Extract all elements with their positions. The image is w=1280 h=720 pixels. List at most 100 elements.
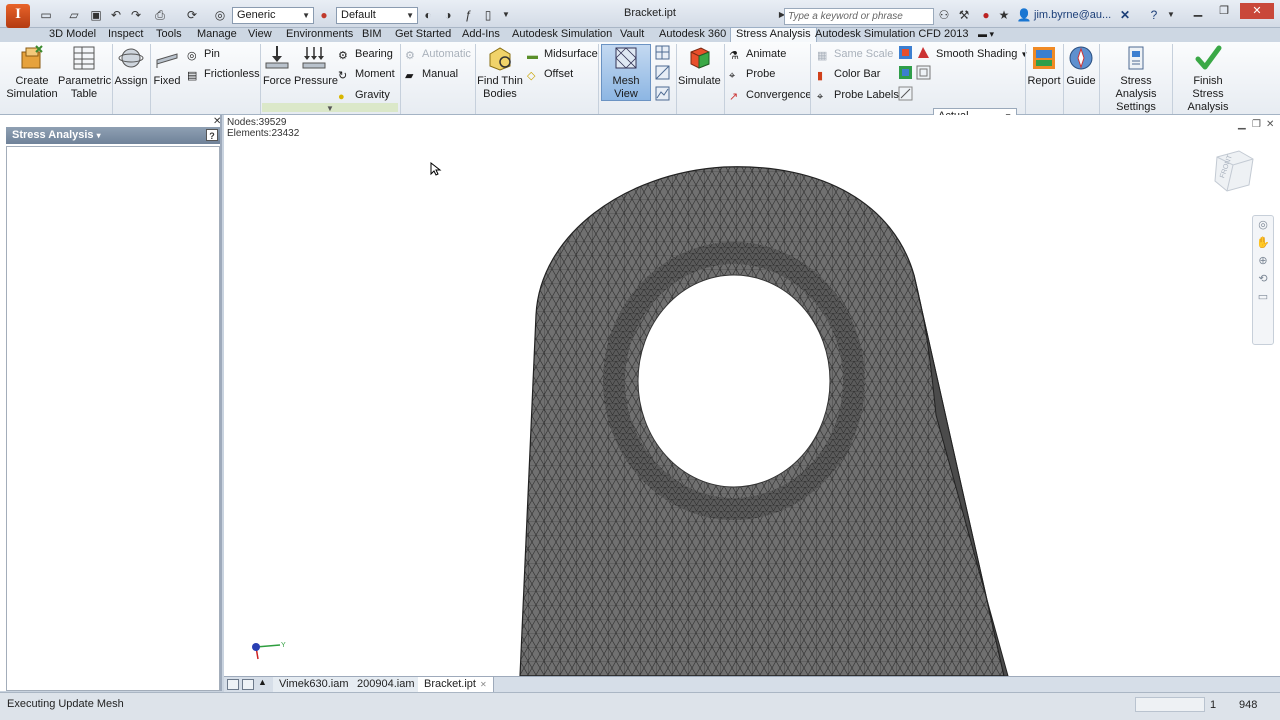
redo-icon[interactable]: ↷ — [128, 7, 144, 23]
pressure-button[interactable]: Pressure — [294, 44, 338, 88]
restore-window-icon[interactable]: ❐ — [1212, 3, 1236, 19]
mesh-view-label-group[interactable]: Mesh View — [601, 44, 651, 101]
restore-viewport-icon[interactable]: ❐ — [1252, 119, 1261, 130]
exchange-apps-icon[interactable]: ✕ — [1117, 7, 1133, 23]
save-icon[interactable]: ▣ — [88, 7, 104, 23]
parametric-table-button[interactable]: Parametric Table — [58, 44, 111, 101]
finish-stress-analysis-button[interactable]: Finish Stress Analysis — [1174, 44, 1242, 114]
browser-help-icon[interactable]: ? — [206, 129, 218, 141]
tab-tools[interactable]: Tools — [156, 28, 182, 42]
tab-stress-analysis[interactable]: Stress Analysis — [730, 27, 817, 42]
adjust-icon[interactable]: ◑ — [440, 7, 456, 23]
local-mesh-control-icon[interactable] — [655, 65, 670, 80]
automatic-contacts-button[interactable]: ⚙ Automatic — [405, 45, 471, 63]
customize-quick-access-icon[interactable]: ▼ — [498, 7, 514, 23]
tab-view[interactable]: View — [248, 28, 272, 42]
tools-icon[interactable]: ⚒ — [956, 7, 972, 23]
assign-button[interactable]: Assign — [114, 44, 148, 88]
help-dropdown-icon[interactable]: ▼ — [1163, 7, 1179, 23]
frictionless-constraint-button[interactable]: ▤ Frictionless — [187, 65, 260, 83]
bearing-load-button[interactable]: ⚙ Bearing — [338, 45, 393, 63]
viewcube[interactable]: FRONT — [1209, 147, 1257, 195]
same-scale-button[interactable]: ▦ Same Scale — [817, 45, 893, 63]
user-icon[interactable]: 👤 — [1016, 7, 1032, 23]
find-thin-bodies-button[interactable]: Find Thin Bodies — [477, 44, 523, 101]
ilogic-icon[interactable]: ▯ — [480, 7, 496, 23]
animate-button[interactable]: ⚗ Animate — [729, 45, 786, 63]
tab-manage[interactable]: Manage — [197, 28, 237, 42]
tab-inspect[interactable]: Inspect — [108, 28, 143, 42]
doc-tab-vimek630[interactable]: Vimek630.iam — [273, 677, 356, 693]
close-browser-icon[interactable]: ✕ — [213, 116, 221, 127]
chevron-down-icon[interactable]: ▼ — [326, 104, 334, 113]
mesh-settings-icon[interactable] — [655, 45, 670, 60]
minimize-window-icon[interactable]: ▁ — [1186, 3, 1210, 19]
home-view-icon[interactable]: ▲ — [258, 677, 270, 688]
smooth-shading-dropdown[interactable]: Smooth Shading ▼ — [936, 45, 1028, 63]
tab-simulation-cfd[interactable]: Autodesk Simulation CFD 2013 — [815, 28, 968, 42]
tab-autodesk-simulation[interactable]: Autodesk Simulation — [512, 28, 612, 42]
tab-add-ins[interactable]: Add-Ins — [462, 28, 500, 42]
mesh-model[interactable] — [224, 115, 1280, 676]
zoom-icon[interactable]: ⊕ — [1253, 252, 1273, 270]
new-file-icon[interactable]: ▭ — [38, 7, 54, 23]
favorites-icon[interactable]: ★ — [996, 7, 1012, 23]
close-window-icon[interactable]: ✕ — [1240, 3, 1274, 19]
gravity-load-button[interactable]: ● Gravity — [338, 86, 390, 104]
moment-load-button[interactable]: ↻ Moment — [338, 65, 395, 83]
subscription-icon[interactable]: ● — [978, 7, 994, 23]
tab-get-started[interactable]: Get Started — [395, 28, 451, 42]
select-filter-icon[interactable]: ◎ — [212, 7, 228, 23]
tab-3d-model[interactable]: 3D Model — [49, 28, 96, 42]
tab-environments[interactable]: Environments — [286, 28, 353, 42]
print-icon[interactable]: ⎙ — [152, 7, 168, 23]
tab-autodesk-360[interactable]: Autodesk 360 — [659, 28, 726, 42]
doc-tab-bracket[interactable]: Bracket.ipt ✕ — [418, 677, 494, 693]
minimize-viewport-icon[interactable]: ▁ — [1238, 119, 1246, 130]
simulate-button[interactable]: Simulate — [678, 44, 721, 88]
browser-header-dropdown[interactable]: Stress Analysis ▾ ? — [6, 127, 220, 144]
close-tab-icon[interactable]: ✕ — [480, 680, 487, 689]
pin-constraint-button[interactable]: ◎ Pin — [187, 45, 220, 63]
update-icon[interactable]: ⟳ — [184, 7, 200, 23]
parameters-icon[interactable]: ƒ — [460, 7, 476, 23]
probe-button[interactable]: ⌖ Probe — [729, 65, 775, 83]
color-ball-icon[interactable]: ● — [316, 7, 332, 23]
midsurface-button[interactable]: ▬ Midsurface — [527, 45, 598, 63]
tab-bim[interactable]: BIM — [362, 28, 382, 42]
manual-contacts-button[interactable]: ▰ Manual — [405, 65, 458, 83]
material-combo[interactable]: Generic ▼ — [232, 7, 314, 24]
report-button[interactable]: Report — [1027, 44, 1061, 88]
probe-labels-button[interactable]: ⌖ Probe Labels — [817, 86, 899, 104]
appearance-combo[interactable]: Default ▼ — [336, 7, 418, 24]
fixed-constraint-button[interactable]: Fixed — [152, 44, 182, 88]
guide-button[interactable]: Guide — [1065, 44, 1097, 88]
search-input[interactable]: Type a keyword or phrase — [784, 8, 934, 25]
convergence-plot-button[interactable]: ↗ Convergence — [729, 86, 811, 104]
convergence-settings-icon[interactable] — [655, 86, 670, 101]
clear-appearance-icon[interactable]: ◐ — [420, 7, 436, 23]
force-button[interactable]: Force — [262, 44, 292, 88]
boundary-conditions-icon[interactable] — [898, 45, 913, 60]
arrange-windows-icon[interactable] — [242, 679, 254, 690]
browser-tree[interactable] — [6, 146, 220, 691]
orbit-icon[interactable]: ⟲ — [1253, 270, 1273, 288]
binoculars-icon[interactable]: ⚇ — [936, 7, 952, 23]
maximum-value-icon[interactable] — [898, 65, 913, 80]
close-viewport-icon[interactable]: ✕ — [1266, 119, 1274, 130]
tab-vault[interactable]: Vault — [620, 28, 644, 42]
doc-tab-200904[interactable]: 200904.iam — [351, 677, 422, 693]
user-account[interactable]: jim.byrne@au... — [1034, 9, 1111, 21]
color-bar-button[interactable]: ▮ Color Bar — [817, 65, 880, 83]
undeformed-icon[interactable] — [916, 65, 931, 80]
steering-wheel-icon[interactable]: ◎ — [1253, 216, 1273, 234]
help-icon[interactable]: ? — [1146, 7, 1162, 23]
open-file-icon[interactable]: ▱ — [66, 7, 82, 23]
pan-icon[interactable]: ✋ — [1253, 234, 1273, 252]
tile-windows-icon[interactable] — [227, 679, 239, 690]
look-at-icon[interactable]: ▭ — [1253, 288, 1273, 306]
create-simulation-button[interactable]: Create Simulation — [6, 44, 58, 101]
undo-icon[interactable]: ↶ — [108, 7, 124, 23]
application-menu-button[interactable]: I — [6, 4, 30, 28]
offset-button[interactable]: ◇ Offset — [527, 65, 573, 83]
